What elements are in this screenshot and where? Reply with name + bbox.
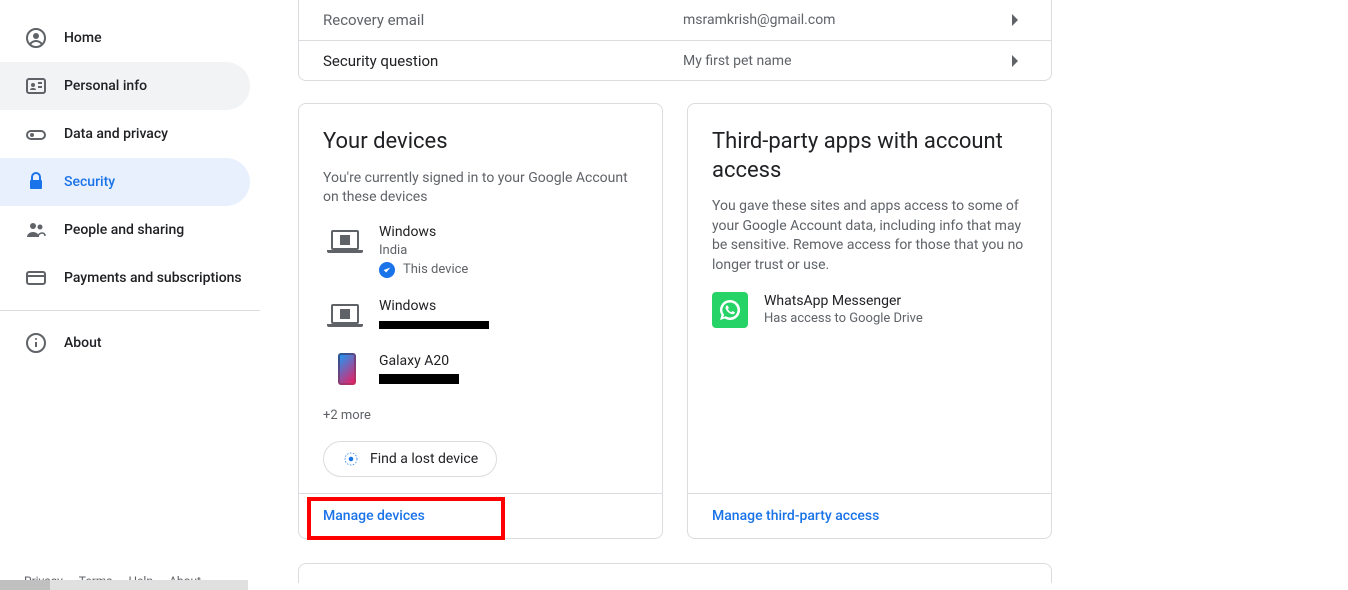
- security-question-row[interactable]: Security question My first pet name: [299, 40, 1051, 80]
- this-device-badge: This device: [379, 262, 638, 278]
- id-card-icon: [24, 74, 48, 98]
- people-icon: [24, 218, 48, 242]
- lock-icon: [24, 170, 48, 194]
- home-icon: [24, 26, 48, 50]
- next-card-top: [298, 563, 1052, 583]
- phone-icon: [331, 355, 359, 383]
- chevron-right-icon: [1003, 12, 1027, 28]
- sidebar-item-data-privacy[interactable]: Data and privacy: [0, 110, 250, 158]
- your-devices-card: Your devices You're currently signed in …: [298, 103, 663, 539]
- scrollbar[interactable]: [0, 580, 248, 590]
- sidebar-item-label: Personal info: [64, 78, 147, 94]
- row-label: Security question: [323, 52, 683, 70]
- sidebar-item-home[interactable]: Home: [0, 14, 250, 62]
- toggle-icon: [24, 122, 48, 146]
- more-devices-link[interactable]: +2 more: [323, 408, 638, 423]
- app-name: WhatsApp Messenger: [764, 293, 923, 309]
- apps-desc: You gave these sites and apps access to …: [712, 197, 1027, 275]
- device-location-redacted: [379, 321, 489, 329]
- recovery-email-row[interactable]: Recovery email msramkrish@gmail.com: [299, 0, 1051, 40]
- sidebar-item-label: Home: [64, 30, 102, 46]
- device-location-redacted: [379, 374, 459, 384]
- sidebar-item-security[interactable]: Security: [0, 158, 250, 206]
- apps-title: Third-party apps with account access: [712, 128, 1027, 185]
- location-icon: [342, 450, 360, 468]
- device-row[interactable]: Windows India This device: [323, 224, 638, 278]
- device-location: India: [379, 243, 638, 258]
- devices-title: Your devices: [323, 128, 638, 157]
- laptop-icon: [331, 300, 359, 328]
- sidebar-item-label: Data and privacy: [64, 126, 168, 142]
- manage-third-party-link[interactable]: Manage third-party access: [712, 508, 879, 524]
- device-row[interactable]: Galaxy A20: [323, 353, 638, 388]
- app-access: Has access to Google Drive: [764, 311, 923, 326]
- card-icon: [24, 266, 48, 290]
- chevron-right-icon: [1003, 53, 1027, 69]
- find-lost-device-button[interactable]: Find a lost device: [323, 441, 497, 477]
- manage-devices-link[interactable]: Manage devices: [323, 508, 425, 524]
- device-row[interactable]: Windows: [323, 298, 638, 333]
- check-icon: [379, 262, 395, 278]
- row-label: Recovery email: [323, 11, 683, 29]
- sidebar-item-label: People and sharing: [64, 222, 184, 238]
- row-value: msramkrish@gmail.com: [683, 12, 1003, 28]
- info-icon: [24, 331, 48, 355]
- laptop-icon: [331, 226, 359, 254]
- sidebar-item-about[interactable]: About: [0, 319, 250, 367]
- sidebar-item-label: Security: [64, 174, 115, 190]
- devices-desc: You're currently signed in to your Googl…: [323, 169, 638, 208]
- recovery-card: Recovery email msramkrish@gmail.com Secu…: [298, 0, 1052, 81]
- sidebar-item-personal-info[interactable]: Personal info: [0, 62, 250, 110]
- sidebar: Home Personal info Data and privacy Secu…: [0, 0, 260, 590]
- apps-footer: Manage third-party access: [688, 493, 1051, 538]
- sidebar-item-label: Payments and subscriptions: [64, 270, 242, 286]
- divider: [0, 310, 260, 311]
- main-content: Recovery email msramkrish@gmail.com Secu…: [298, 0, 1052, 583]
- device-name: Galaxy A20: [379, 353, 638, 369]
- whatsapp-icon: [712, 292, 748, 328]
- device-name: Windows: [379, 298, 638, 314]
- app-row[interactable]: WhatsApp Messenger Has access to Google …: [712, 292, 1027, 328]
- sidebar-item-people-sharing[interactable]: People and sharing: [0, 206, 250, 254]
- sidebar-item-payments[interactable]: Payments and subscriptions: [0, 254, 250, 302]
- row-value: My first pet name: [683, 53, 1003, 69]
- sidebar-item-label: About: [64, 335, 102, 351]
- third-party-apps-card: Third-party apps with account access You…: [687, 103, 1052, 539]
- device-name: Windows: [379, 224, 638, 240]
- devices-footer: Manage devices: [299, 493, 662, 538]
